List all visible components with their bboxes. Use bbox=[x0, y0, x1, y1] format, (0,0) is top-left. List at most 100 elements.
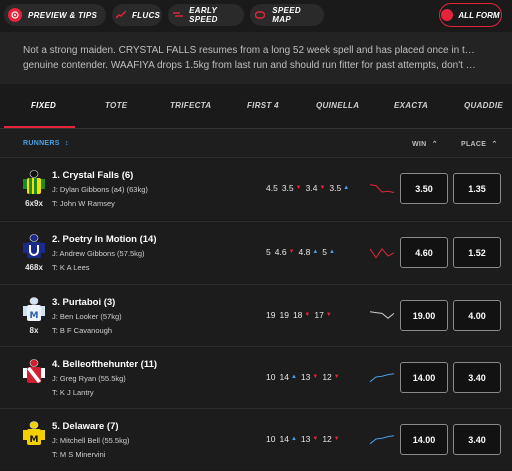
jockey-name: J: Mitchell Bell (55.5kg) bbox=[52, 436, 130, 445]
trainer-name: T: K A Lees bbox=[52, 263, 90, 272]
win-sort[interactable]: WIN ⌃ bbox=[412, 140, 438, 148]
win-odds-button[interactable]: 19.00 bbox=[400, 300, 448, 331]
trainer-name: T: John W Ramsey bbox=[52, 199, 115, 208]
win-odds-button[interactable]: 14.00 bbox=[400, 362, 448, 393]
place-header-label: PLACE bbox=[461, 141, 487, 148]
jockey-silk-icon bbox=[23, 234, 45, 260]
fluc-value: 10 bbox=[266, 434, 275, 444]
arrow-up-icon: ▲ bbox=[329, 249, 335, 255]
jockey-silk-icon bbox=[23, 359, 45, 385]
fluc-value: 12 ▼ bbox=[322, 434, 339, 444]
fluc-value: 18 ▼ bbox=[293, 310, 310, 320]
arrow-up-icon: ▲ bbox=[290, 374, 297, 380]
fluc-value: 10 bbox=[266, 372, 275, 382]
jockey-silk-icon: M bbox=[23, 421, 45, 447]
all-form-button[interactable]: ALL FORM bbox=[439, 3, 502, 27]
fluc-value: 3.4 ▼ bbox=[306, 183, 326, 193]
fluctuations: 5 4.6 ▼ 4.8 ▲ 5 ▲ bbox=[266, 247, 339, 257]
fluc-price: 3.5 bbox=[329, 183, 342, 193]
fluc-value: 12 ▼ bbox=[322, 372, 339, 382]
fluc-price: 5 bbox=[266, 247, 271, 257]
fluctuations: 19 19 18 ▼ 17 ▼ bbox=[266, 310, 336, 320]
fluc-price: 13 bbox=[300, 372, 311, 382]
chevron-up-icon: ⌃ bbox=[491, 141, 498, 148]
win-odds-button[interactable]: 4.60 bbox=[400, 237, 448, 268]
svg-text:M: M bbox=[30, 435, 39, 445]
place-odds-button[interactable]: 3.40 bbox=[453, 362, 501, 393]
runner-row[interactable]: M 8x 3. Purtaboi (3) J: Ben Looker (57kg) T:… bbox=[0, 284, 512, 346]
fluc-price: 19 bbox=[279, 310, 289, 320]
runner-name[interactable]: 2. Poetry In Motion (14) bbox=[52, 234, 157, 245]
arrow-down-icon: ▼ bbox=[295, 185, 302, 191]
toolbar: PREVIEW & TIPS FLUCS EARLY SPEED SPEED M… bbox=[0, 0, 512, 32]
fluc-price: 14 bbox=[279, 372, 289, 382]
fluc-sparkline bbox=[369, 184, 395, 193]
jockey-name: J: Greg Ryan (55.5kg) bbox=[52, 374, 126, 383]
fluc-value: 14 ▲ bbox=[279, 434, 296, 444]
place-sort[interactable]: PLACE ⌃ bbox=[461, 140, 498, 148]
fluc-price: 10 bbox=[266, 434, 276, 444]
tab-exacta[interactable]: EXACTA bbox=[394, 101, 428, 110]
tab-fixed[interactable]: FIXED bbox=[31, 101, 56, 110]
tab-first-4[interactable]: FIRST 4 bbox=[247, 101, 279, 110]
place-odds-button[interactable]: 1.35 bbox=[453, 173, 501, 204]
runner-row[interactable]: 468x 2. Poetry In Motion (14) J: Andrew Gi… bbox=[0, 221, 512, 283]
arrow-down-icon: ▼ bbox=[312, 374, 319, 380]
arrow-up-icon: ▲ bbox=[312, 249, 319, 255]
place-odds-button[interactable]: 3.40 bbox=[453, 424, 501, 455]
runner-row[interactable]: M 5. Delaware (7) J: Mitchell Bell (55.5kg… bbox=[0, 408, 512, 470]
early-speed-button[interactable]: EARLY SPEED bbox=[168, 4, 244, 26]
win-odds-button[interactable]: 14.00 bbox=[400, 424, 448, 455]
fluctuations: 10 14 ▲ 13 ▼ 12 ▼ bbox=[266, 434, 344, 444]
runner-name[interactable]: 3. Purtaboi (3) bbox=[52, 297, 115, 308]
chart-line-icon bbox=[116, 8, 126, 22]
arrow-up-icon: ▲ bbox=[290, 436, 297, 442]
fluc-price: 17 bbox=[314, 310, 324, 320]
fluc-price: 18 bbox=[292, 310, 303, 320]
early-speed-label: EARLY SPEED bbox=[189, 6, 218, 24]
fluc-value: 4.8 ▲ bbox=[299, 247, 319, 257]
fluc-price: 12 bbox=[322, 372, 332, 382]
arrow-up-icon: ▲ bbox=[343, 185, 350, 191]
comment-line-2: genuine contender. WAAFIYA drops 1.5kg f… bbox=[23, 59, 478, 71]
trainer-name: T: M S Minervini bbox=[52, 450, 106, 459]
runners-header: RUNNERS ↕ WIN ⌃ PLACE ⌃ bbox=[0, 129, 512, 157]
place-odds-button[interactable]: 1.52 bbox=[453, 237, 501, 268]
runner-row[interactable]: 6x9x 1. Crystal Falls (6) J: Dylan Gibbons… bbox=[0, 157, 512, 219]
runner-name[interactable]: 4. Belleofthehunter (11) bbox=[52, 359, 157, 370]
preview-tips-label: PREVIEW & TIPS bbox=[28, 10, 98, 20]
tab-quinella[interactable]: QUINELLA bbox=[316, 101, 359, 110]
fluc-value: 13 ▼ bbox=[301, 372, 318, 382]
tab-trifecta[interactable]: TRIFECTA bbox=[170, 101, 211, 110]
recent-form: 468x bbox=[25, 263, 43, 272]
comment-line-1: Not a strong maiden. CRYSTAL FALLS resum… bbox=[23, 45, 478, 56]
fluc-price: 12 bbox=[322, 434, 332, 444]
fluc-value: 13 ▼ bbox=[301, 434, 318, 444]
jockey-name: J: Ben Looker (57kg) bbox=[52, 312, 122, 321]
win-odds-button[interactable]: 3.50 bbox=[400, 173, 448, 204]
chevron-up-icon: ⌃ bbox=[431, 141, 438, 148]
fluc-price: 5 bbox=[322, 247, 328, 257]
trainer-name: T: B F Cavanough bbox=[52, 326, 113, 335]
runner-name[interactable]: 5. Delaware (7) bbox=[52, 421, 119, 432]
tab-tote[interactable]: TOTE bbox=[105, 101, 127, 110]
speed-map-button[interactable]: SPEED MAP bbox=[250, 4, 324, 26]
race-comment: Not a strong maiden. CRYSTAL FALLS resum… bbox=[0, 32, 512, 92]
flucs-button[interactable]: FLUCS bbox=[112, 4, 162, 26]
runner-row[interactable]: 4. Belleofthehunter (11) J: Greg Ryan (55… bbox=[0, 346, 512, 408]
runners-sort[interactable]: RUNNERS ↕ bbox=[23, 140, 69, 147]
speed-map-icon bbox=[254, 8, 266, 22]
bet-type-tabs: FIXED TOTE TRIFECTA FIRST 4 QUINELLA EXA… bbox=[0, 84, 512, 128]
arrow-down-icon: ▼ bbox=[333, 436, 340, 442]
trainer-name: T: K J Lantry bbox=[52, 388, 94, 397]
tab-quaddie[interactable]: QUADDIE bbox=[464, 101, 503, 110]
sort-icon: ↕ bbox=[64, 140, 69, 147]
arrow-down-icon: ▼ bbox=[333, 374, 340, 380]
fluc-price: 14 bbox=[279, 434, 289, 444]
fluc-value: 5 ▲ bbox=[322, 247, 335, 257]
runner-name[interactable]: 1. Crystal Falls (6) bbox=[52, 170, 133, 181]
place-odds-button[interactable]: 4.00 bbox=[453, 300, 501, 331]
fluc-price: 4.6 bbox=[274, 247, 287, 257]
fluc-value: 5 bbox=[266, 247, 271, 257]
preview-tips-button[interactable]: PREVIEW & TIPS bbox=[4, 4, 106, 26]
